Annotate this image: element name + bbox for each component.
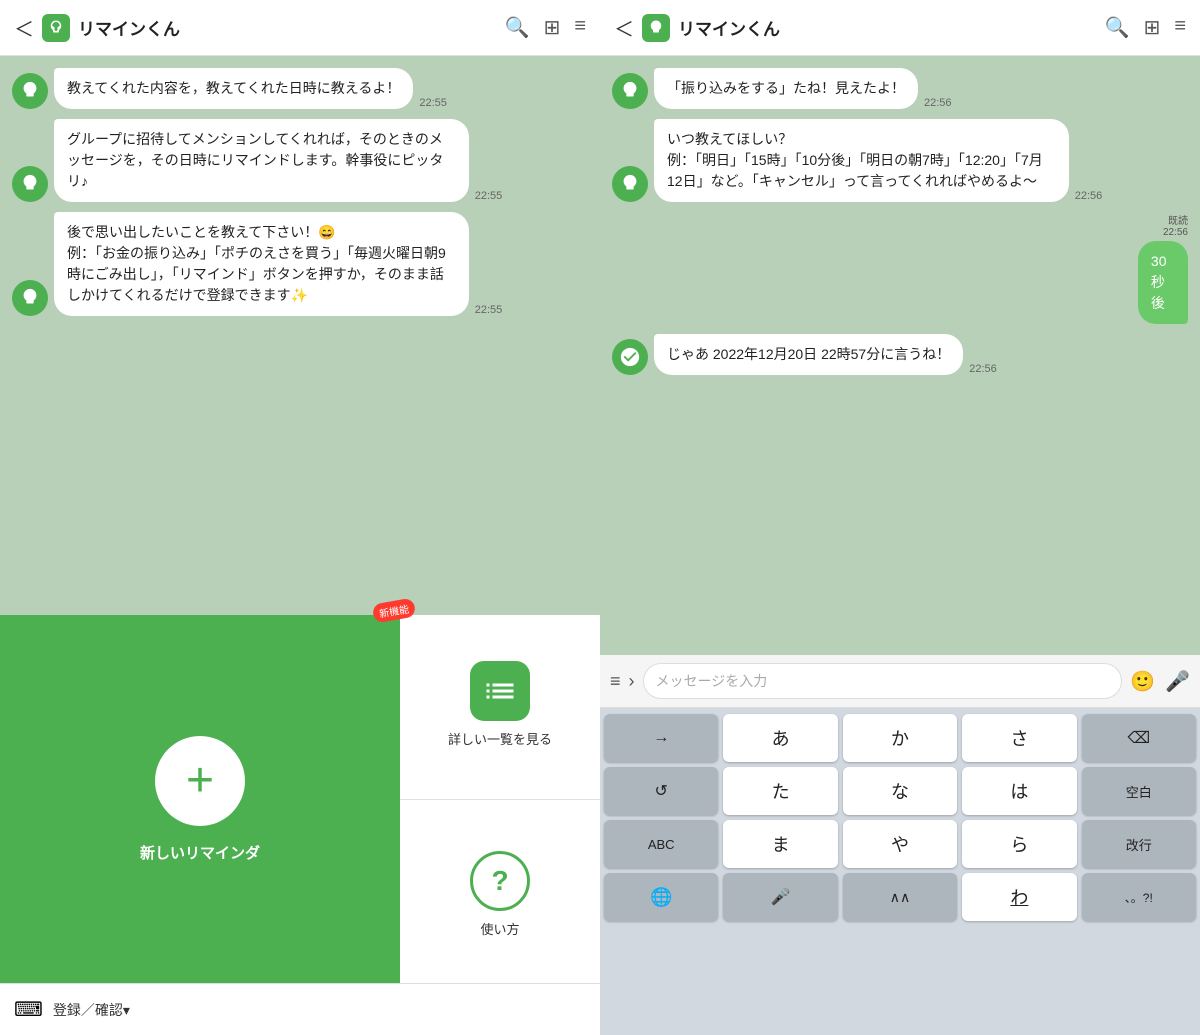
left-header-actions: 🔍 ⊞ ≡ [505,15,586,40]
message-placeholder: メッセージを入力 [656,671,768,691]
right-ts-4: 22:56 [969,363,997,375]
key-undo[interactable]: ↺ [604,767,718,815]
new-reminder-button[interactable]: + [155,736,245,826]
keyboard-area: → あ か さ ⌫ ↺ た な は 空白 ABC ま や ら 改行 [600,708,1200,1035]
hamburger-icon[interactable]: ≡ [610,671,621,692]
right-bot-avatar [642,14,670,42]
key-caret[interactable]: ∧∧ [843,873,957,921]
help-icon: ? [470,851,530,911]
right-bot-avatar-4 [612,339,648,375]
left-header: ＜ リマインくん 🔍 ⊞ ≡ [0,0,600,56]
right-panel: ＜ リマインくん 🔍 ⊞ ≡ 「振り込みをする」たね！見えたよ！ 22:56 い… [600,0,1200,1035]
key-mic[interactable]: 🎤 [723,873,837,921]
new-reminder-label: 新しいリマインダ [140,842,260,863]
keyboard-icon[interactable]: ⌨ [14,997,43,1022]
key-ya[interactable]: や [843,820,957,868]
right-search-icon[interactable]: 🔍 [1105,15,1130,40]
message-bubble-2: グループに招待してメンションしてくれれば，そのときのメッセージを，その日時にリマ… [54,119,469,202]
key-abc[interactable]: ABC [604,820,718,868]
list-menu-label: 詳しい一覧を見る [448,729,552,748]
keyboard-row-4: 🌐 🎤 ∧∧ わ 、。?! [604,873,1196,921]
bot-avatar-3 [12,280,48,316]
list-icon-box [470,661,530,721]
chevron-right-icon[interactable]: › [629,671,635,692]
key-space[interactable]: 空白 [1082,767,1196,815]
timestamp-1: 22:55 [419,97,447,109]
bot-avatar-1 [12,73,48,109]
right-msg-1: 「振り込みをする」たね！見えたよ！ 22:56 [612,68,1188,109]
key-enter[interactable]: 改行 [1082,820,1196,868]
message-row-2: グループに招待してメンションしてくれれば，そのときのメッセージを，その日時にリマ… [12,119,588,202]
right-chat-title: リマインくん [678,15,1097,40]
right-chat-area: 「振り込みをする」たね！見えたよ！ 22:56 いつ教えてほしい？例：「明日」「… [600,56,1200,655]
left-search-icon[interactable]: 🔍 [505,15,530,40]
left-back-button[interactable]: ＜ [14,13,34,42]
key-arrow[interactable]: → [604,714,718,762]
right-msg-3: 既読22:56 30秒後 [612,212,1188,324]
right-menu-section: 詳しい一覧を見る ? 使い方 [400,615,600,983]
right-bot-avatar-2 [612,166,648,202]
right-bubble-3: 30秒後 [1138,241,1188,324]
right-msg-4: じゃあ 2022年12月20日 22時57分に言うね！ 22:56 [612,334,1188,375]
register-confirm-label[interactable]: 登録／確認▾ [53,1000,130,1020]
right-menu-icon[interactable]: ≡ [1174,15,1186,40]
left-menu-icon[interactable]: ≡ [574,15,586,40]
message-row-3: 後で思い出したいことを教えて下さい！😄例：「お金の振り込み」「ポチのえさを買う」… [12,212,588,316]
key-ma[interactable]: ま [723,820,837,868]
key-backspace[interactable]: ⌫ [1082,714,1196,762]
right-bubble-4: じゃあ 2022年12月20日 22時57分に言うね！ [654,334,963,375]
key-ta[interactable]: た [723,767,837,815]
left-panel: ＜ リマインくん 🔍 ⊞ ≡ 教えてくれた内容を，教えてくれた日時に教えるよ！ … [0,0,600,1035]
left-input-bar: ⌨ 登録／確認▾ [0,983,600,1035]
help-menu-item[interactable]: ? 使い方 [470,851,530,938]
message-bubble-3: 後で思い出したいことを教えて下さい！😄例：「お金の振り込み」「ポチのえさを買う」… [54,212,469,316]
right-ts-2: 22:56 [1075,190,1103,202]
right-back-button[interactable]: ＜ [614,13,634,42]
emoji-icon[interactable]: 🙂 [1130,669,1155,694]
key-a[interactable]: あ [723,714,837,762]
right-bottom-bar: ≡ › メッセージを入力 🙂 🎤 → あ か さ ⌫ ↺ た [600,655,1200,1035]
mic-icon[interactable]: 🎤 [1165,669,1190,694]
right-bubble-2: いつ教えてほしい？例：「明日」「15時」「10分後」「明日の朝7時」「12:20… [654,119,1069,202]
message-input-field[interactable]: メッセージを入力 [643,663,1123,699]
right-bubble-1: 「振り込みをする」たね！見えたよ！ [654,68,918,109]
bot-avatar-2 [12,166,48,202]
menu-divider [400,799,600,800]
message-input-row: ≡ › メッセージを入力 🙂 🎤 [600,655,1200,708]
keyboard-row-2: ↺ た な は 空白 [604,767,1196,815]
left-chat-area: 教えてくれた内容を，教えてくれた日時に教えるよ！ 22:55 グループに招待して… [0,56,600,615]
key-sa[interactable]: さ [962,714,1076,762]
right-ts-1: 22:56 [924,97,952,109]
left-bot-avatar [42,14,70,42]
help-menu-label: 使い方 [480,919,519,938]
key-na[interactable]: な [843,767,957,815]
keyboard-row-1: → あ か さ ⌫ [604,714,1196,762]
new-reminder-section: + 新しいリマインダ [0,615,400,983]
key-ka[interactable]: か [843,714,957,762]
right-bot-avatar-1 [612,73,648,109]
left-bottom-bar: 新機能 + 新しいリマインダ 詳しい一覧を見る ? 使い方 [0,615,600,1035]
bottom-main-area: + 新しいリマインダ 詳しい一覧を見る ? 使い方 [0,615,600,983]
keyboard-row-3: ABC ま や ら 改行 [604,820,1196,868]
left-chat-title: リマインくん [78,15,497,40]
key-punct[interactable]: 、。?! [1082,873,1196,921]
key-globe[interactable]: 🌐 [604,873,718,921]
right-header: ＜ リマインくん 🔍 ⊞ ≡ [600,0,1200,56]
right-grid-icon[interactable]: ⊞ [1144,15,1161,40]
message-bubble-1: 教えてくれた内容を，教えてくれた日時に教えるよ！ [54,68,413,109]
read-label: 既読22:56 [1163,212,1188,238]
key-wa[interactable]: わ [962,873,1076,921]
key-ra[interactable]: ら [962,820,1076,868]
list-menu-item[interactable]: 詳しい一覧を見る [448,661,552,748]
input-actions: 🙂 🎤 [1130,669,1190,694]
timestamp-2: 22:55 [475,190,503,202]
timestamp-3: 22:55 [475,304,503,316]
left-grid-icon[interactable]: ⊞ [544,15,561,40]
right-msg-2: いつ教えてほしい？例：「明日」「15時」「10分後」「明日の朝7時」「12:20… [612,119,1188,202]
message-row-1: 教えてくれた内容を，教えてくれた日時に教えるよ！ 22:55 [12,68,588,109]
key-ha[interactable]: は [962,767,1076,815]
right-header-actions: 🔍 ⊞ ≡ [1105,15,1186,40]
